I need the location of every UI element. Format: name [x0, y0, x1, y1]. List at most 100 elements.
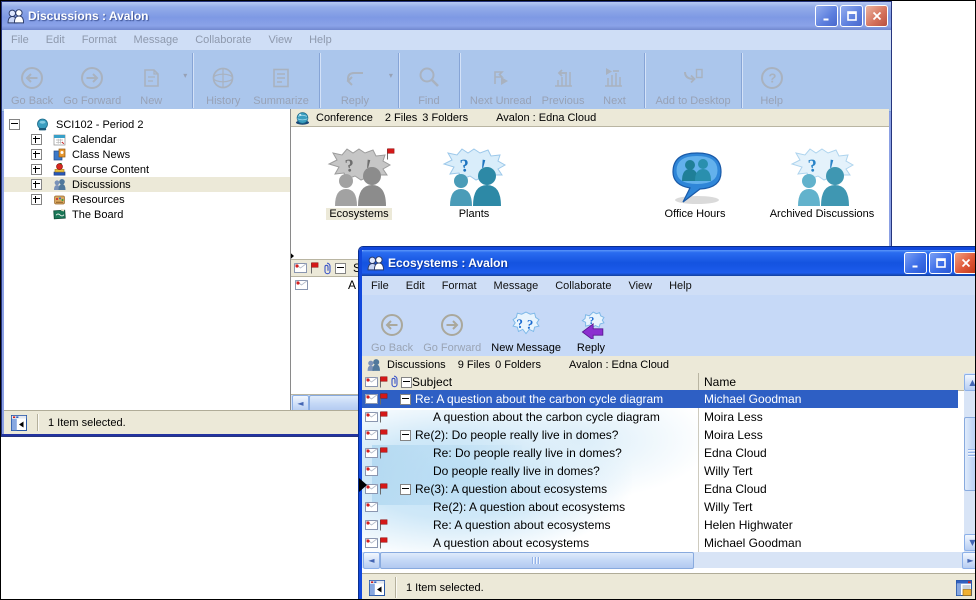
window-icon	[367, 256, 384, 271]
find-button[interactable]: Find	[404, 51, 454, 110]
flag-icon[interactable]	[379, 376, 388, 388]
desktop: Discussions : Avalon File Edit Format Me…	[0, 0, 976, 600]
conference-item-archived-discussions[interactable]: Archived Discussions	[764, 148, 880, 220]
expand-icon[interactable]	[31, 149, 42, 160]
menu-format[interactable]: Format	[82, 34, 117, 46]
pane-toggle-left-icon[interactable]	[11, 415, 27, 431]
menu-message[interactable]: Message	[134, 34, 179, 46]
tree-item-class-news[interactable]: Class News	[4, 147, 290, 162]
next-button[interactable]: Next	[589, 51, 639, 110]
menu-format[interactable]: Format	[442, 280, 477, 292]
scroll-up-button[interactable]: ▲	[964, 374, 976, 391]
vertical-scrollbar[interactable]: ▲ ▼	[964, 373, 976, 552]
collapse-icon[interactable]	[400, 394, 411, 405]
expand-icon[interactable]	[31, 164, 42, 175]
message-row[interactable]: Re(3): A question about ecosystems Edna …	[362, 480, 958, 498]
menu-collaborate[interactable]: Collaborate	[555, 280, 611, 292]
collapse-icon[interactable]	[400, 430, 411, 441]
scroll-left-button[interactable]: ◄	[292, 395, 309, 411]
scroll-down-button[interactable]: ▼	[964, 534, 976, 551]
dropdown-caret-icon[interactable]: ▾	[183, 71, 187, 80]
message-row[interactable]: A question about ecosystems Michael Good…	[362, 534, 958, 552]
row-marker	[359, 478, 367, 492]
message-row[interactable]: Re(2): Do people really live in domes? M…	[362, 426, 958, 444]
scroll-left-button[interactable]: ◄	[363, 552, 380, 569]
close-button[interactable]	[865, 5, 888, 27]
menu-collaborate[interactable]: Collaborate	[195, 34, 251, 46]
go-forward-button[interactable]: Go Forward	[58, 51, 126, 110]
reply-button[interactable]: Reply ▾	[325, 51, 393, 110]
expand-icon[interactable]	[31, 134, 42, 145]
scroll-right-button[interactable]: ►	[962, 552, 976, 569]
collapse-all-icon[interactable]	[401, 377, 412, 388]
minimize-button[interactable]	[904, 252, 927, 274]
new-button[interactable]: New ▾	[126, 51, 187, 110]
paperclip-icon[interactable]	[389, 375, 399, 388]
tree-item-root[interactable]: SCI102 - Period 2	[4, 117, 290, 132]
help-button[interactable]: Help	[747, 51, 797, 110]
menu-edit[interactable]: Edit	[406, 280, 425, 292]
envelope-icon	[365, 538, 378, 548]
tree-item-course-content[interactable]: Course Content	[4, 162, 290, 177]
column-divider[interactable]	[698, 373, 699, 390]
collapse-icon[interactable]	[9, 119, 20, 130]
new-message-button[interactable]: New Message	[486, 296, 566, 357]
menu-view[interactable]: View	[268, 34, 292, 46]
news-icon	[53, 148, 66, 161]
next-unread-button[interactable]: Next Unread	[465, 51, 537, 110]
menu-file[interactable]: File	[11, 34, 29, 46]
previous-button[interactable]: Previous	[537, 51, 590, 110]
message-row[interactable]: Re(2): A question about ecosystems Willy…	[362, 498, 958, 516]
menu-view[interactable]: View	[628, 280, 652, 292]
tree-item-calendar[interactable]: Calendar	[4, 132, 290, 147]
conference-item-ecosystems[interactable]: Ecosystems	[301, 148, 417, 220]
scrollbar-thumb[interactable]	[380, 552, 694, 569]
horizontal-scrollbar[interactable]: ◄ ►	[362, 552, 976, 568]
envelope-icon[interactable]	[365, 377, 378, 387]
message-row[interactable]: Re: Do people really live in domes? Edna…	[362, 444, 958, 462]
pane-toggle-right-icon[interactable]	[956, 580, 972, 596]
tree-item-discussions[interactable]: Discussions	[4, 177, 290, 192]
history-button[interactable]: History	[198, 51, 248, 110]
menu-help[interactable]: Help	[309, 34, 332, 46]
collapse-icon[interactable]	[335, 263, 346, 274]
message-row[interactable]: Re: A question about ecosystems Helen Hi…	[362, 516, 958, 534]
tree-item-resources[interactable]: Resources	[4, 192, 290, 207]
dropdown-caret-icon[interactable]: ▾	[389, 71, 393, 80]
subject-column-label[interactable]: Subject	[412, 375, 452, 389]
titlebar[interactable]: Discussions : Avalon	[2, 2, 891, 30]
summarize-button[interactable]: Summarize	[248, 51, 314, 110]
add-to-desktop-button[interactable]: Add to Desktop	[650, 51, 735, 110]
close-button[interactable]	[954, 252, 976, 274]
conference-item-office-hours[interactable]: Office Hours	[637, 148, 753, 220]
scrollbar-thumb[interactable]	[964, 417, 976, 491]
collapse-icon[interactable]	[400, 484, 411, 495]
reply-colored-icon	[577, 311, 605, 339]
name-column-label[interactable]: Name	[704, 375, 736, 389]
message-row[interactable]: A question about the carbon cycle diagra…	[362, 408, 958, 426]
maximize-icon	[935, 257, 947, 269]
ecosystems-window[interactable]: Ecosystems : Avalon File Edit Format Mes…	[359, 247, 976, 600]
maximize-button[interactable]	[840, 5, 863, 27]
pane-toggle-left-icon[interactable]	[369, 580, 385, 596]
go-forward-button[interactable]: Go Forward	[418, 296, 486, 357]
message-row[interactable]: Re: A question about the carbon cycle di…	[362, 390, 958, 408]
message-row[interactable]: Do people really live in domes? Willy Te…	[362, 462, 958, 480]
maximize-button[interactable]	[929, 252, 952, 274]
titlebar[interactable]: Ecosystems : Avalon	[362, 250, 976, 276]
minimize-button[interactable]	[815, 5, 838, 27]
go-back-button[interactable]: Go Back	[366, 296, 418, 357]
minimize-icon	[821, 10, 833, 22]
tree-item-the-board[interactable]: The Board	[4, 207, 290, 222]
menu-edit[interactable]: Edit	[46, 34, 65, 46]
expand-icon[interactable]	[31, 179, 42, 190]
expand-icon[interactable]	[31, 194, 42, 205]
reply-button[interactable]: Reply	[566, 296, 616, 357]
menu-message[interactable]: Message	[494, 280, 539, 292]
conference-item-plants[interactable]: Plants	[416, 148, 532, 220]
go-back-button[interactable]: Go Back	[6, 51, 58, 110]
menu-help[interactable]: Help	[669, 280, 692, 292]
conference-icon	[295, 111, 310, 125]
flag-icon	[379, 483, 388, 495]
menu-file[interactable]: File	[371, 280, 389, 292]
